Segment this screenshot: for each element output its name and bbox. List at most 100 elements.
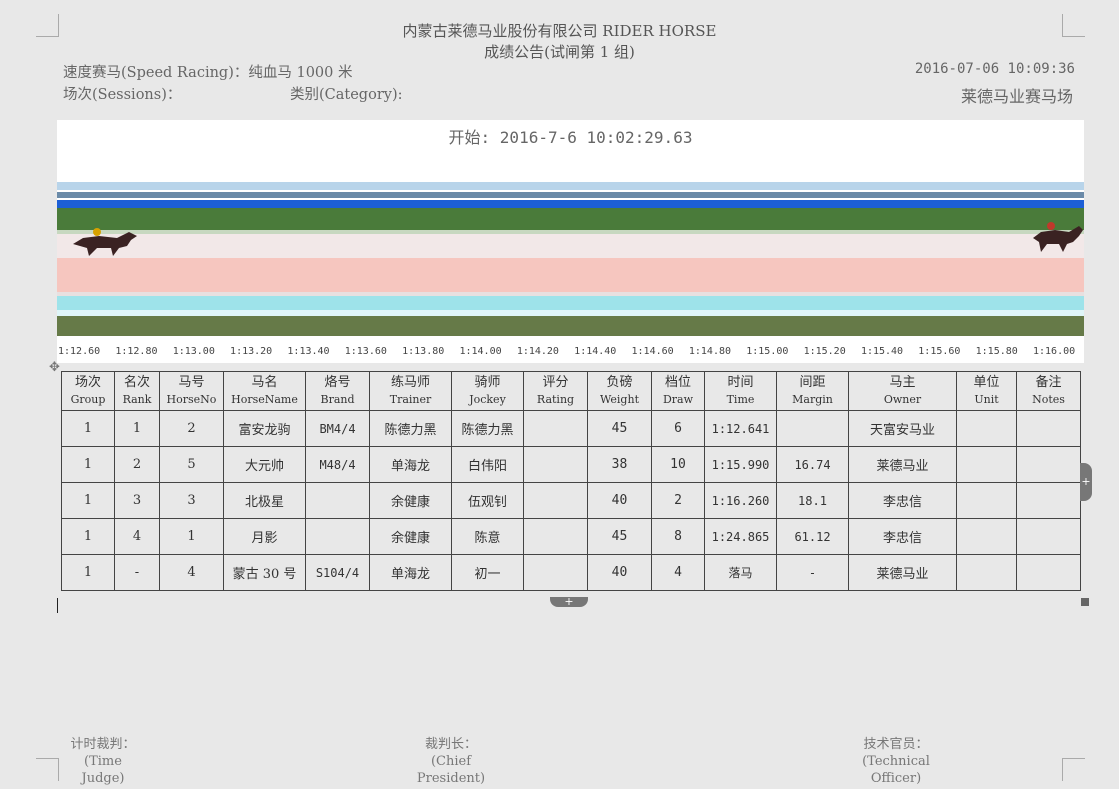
text-cursor bbox=[57, 598, 58, 613]
table-cell-rating[interactable] bbox=[523, 554, 588, 591]
column-header-zh: 场次 bbox=[74, 375, 101, 390]
column-header-en: Rank bbox=[122, 393, 152, 406]
table-cell-time[interactable]: 1:15.990 bbox=[704, 446, 777, 483]
table-cell-horseno[interactable]: 1 bbox=[159, 518, 224, 555]
table-cell-weight[interactable]: 38 bbox=[587, 446, 652, 483]
table-cell-trainer[interactable]: 余健康 bbox=[369, 482, 452, 519]
table-cell-draw[interactable]: 4 bbox=[651, 554, 705, 591]
table-cell-rank[interactable]: 2 bbox=[114, 446, 160, 483]
table-cell-brand[interactable]: BM4/4 bbox=[305, 410, 370, 447]
table-cell-weight[interactable]: 40 bbox=[587, 554, 652, 591]
table-cell-trainer[interactable]: 陈德力黑 bbox=[369, 410, 452, 447]
add-column-button[interactable]: + bbox=[1080, 463, 1092, 501]
table-cell-owner[interactable]: 李忠信 bbox=[848, 518, 957, 555]
table-cell-owner[interactable]: 李忠信 bbox=[848, 482, 957, 519]
table-cell-rank[interactable]: 4 bbox=[114, 518, 160, 555]
table-cell-horsename[interactable]: 大元帅 bbox=[223, 446, 306, 483]
table-cell-notes[interactable] bbox=[1016, 518, 1081, 555]
table-cell-brand[interactable]: S104/4 bbox=[305, 554, 370, 591]
table-cell-horsename[interactable]: 蒙古 30 号 bbox=[223, 554, 306, 591]
table-cell-horseno[interactable]: 2 bbox=[159, 410, 224, 447]
table-cell-owner[interactable]: 天富安马业 bbox=[848, 410, 957, 447]
time-tick-label: 1:12.80 bbox=[115, 346, 158, 357]
table-cell-draw[interactable]: 8 bbox=[651, 518, 705, 555]
column-header-en: Rating bbox=[536, 393, 575, 406]
table-cell-horseno[interactable]: 3 bbox=[159, 482, 224, 519]
table-cell-rank[interactable]: 1 bbox=[114, 410, 160, 447]
column-header-en: Owner bbox=[883, 393, 922, 406]
column-header-zh: 评分 bbox=[542, 375, 569, 390]
time-tick-label: 1:14.60 bbox=[631, 346, 674, 357]
add-row-button[interactable]: + bbox=[550, 596, 588, 607]
table-cell-group[interactable]: 1 bbox=[61, 518, 115, 555]
photo-finish-image: 开始: 2016-7-6 10:02:29.63 1:12.60 1:12.80 1… bbox=[57, 120, 1084, 363]
table-cell-margin[interactable]: 16.74 bbox=[776, 446, 849, 483]
table-cell-brand[interactable] bbox=[305, 518, 370, 555]
table-cell-rating[interactable] bbox=[523, 518, 588, 555]
table-cell-jockey[interactable]: 初一 bbox=[451, 554, 524, 591]
time-tick-label: 1:13.60 bbox=[344, 346, 387, 357]
photo-band bbox=[57, 208, 1084, 230]
table-cell-draw[interactable]: 6 bbox=[651, 410, 705, 447]
table-cell-notes[interactable] bbox=[1016, 410, 1081, 447]
table-cell-draw[interactable]: 2 bbox=[651, 482, 705, 519]
table-cell-margin[interactable]: 18.1 bbox=[776, 482, 849, 519]
table-cell-jockey[interactable]: 白伟阳 bbox=[451, 446, 524, 483]
table-cell-rating[interactable] bbox=[523, 446, 588, 483]
table-cell-trainer[interactable]: 单海龙 bbox=[369, 446, 452, 483]
table-cell-horseno[interactable]: 5 bbox=[159, 446, 224, 483]
table-cell-trainer[interactable]: 余健康 bbox=[369, 518, 452, 555]
table-cell-time[interactable]: 1:12.641 bbox=[704, 410, 777, 447]
table-cell-horsename[interactable]: 富安龙驹 bbox=[223, 410, 306, 447]
table-cell-time[interactable]: 1:24.865 bbox=[704, 518, 777, 555]
table-cell-unit[interactable] bbox=[956, 482, 1017, 519]
table-cell-margin[interactable]: 61.12 bbox=[776, 518, 849, 555]
chief-label: 裁判长： bbox=[424, 737, 477, 752]
table-cell-horsename[interactable]: 北极星 bbox=[223, 482, 306, 519]
column-header-horsename: 马名 HorseName bbox=[223, 371, 306, 411]
table-cell-unit[interactable] bbox=[956, 554, 1017, 591]
table-cell-group[interactable]: 1 bbox=[61, 554, 115, 591]
table-cell-draw[interactable]: 10 bbox=[651, 446, 705, 483]
table-cell-unit[interactable] bbox=[956, 446, 1017, 483]
table-cell-jockey[interactable]: 陈德力黑 bbox=[451, 410, 524, 447]
table-cell-rank[interactable]: 3 bbox=[114, 482, 160, 519]
move-icon[interactable]: ✥ bbox=[49, 360, 60, 375]
table-cell-trainer[interactable]: 单海龙 bbox=[369, 554, 452, 591]
table-cell-notes[interactable] bbox=[1016, 446, 1081, 483]
table-row: 1-4 蒙古 30 号 S104/4 单海龙 初一 40 4 落马 - 莱德马业 bbox=[61, 554, 1081, 591]
table-cell-group[interactable]: 1 bbox=[61, 446, 115, 483]
table-cell-rating[interactable] bbox=[523, 482, 588, 519]
table-cell-weight[interactable]: 45 bbox=[587, 410, 652, 447]
table-cell-brand[interactable]: M48/4 bbox=[305, 446, 370, 483]
table-cell-time[interactable]: 1:16.260 bbox=[704, 482, 777, 519]
table-cell-unit[interactable] bbox=[956, 518, 1017, 555]
table-resize-handle[interactable] bbox=[1081, 598, 1089, 606]
table-cell-time[interactable]: 落马 bbox=[704, 554, 777, 591]
table-cell-group[interactable]: 1 bbox=[61, 410, 115, 447]
table-cell-group[interactable]: 1 bbox=[61, 482, 115, 519]
table-cell-weight[interactable]: 45 bbox=[587, 518, 652, 555]
table-cell-notes[interactable] bbox=[1016, 554, 1081, 591]
table-cell-weight[interactable]: 40 bbox=[587, 482, 652, 519]
table-cell-margin[interactable] bbox=[776, 410, 849, 447]
table-cell-horseno[interactable]: 4 bbox=[159, 554, 224, 591]
table-cell-horsename[interactable]: 月影 bbox=[223, 518, 306, 555]
table-cell-notes[interactable] bbox=[1016, 482, 1081, 519]
column-header-zh: 档位 bbox=[664, 375, 691, 390]
time-tick-label: 1:14.20 bbox=[516, 346, 559, 357]
table-cell-jockey[interactable]: 伍观钊 bbox=[451, 482, 524, 519]
table-cell-owner[interactable]: 莱德马业 bbox=[848, 554, 957, 591]
table-cell-owner[interactable]: 莱德马业 bbox=[848, 446, 957, 483]
photo-band bbox=[57, 200, 1084, 208]
column-header-time: 时间 Time bbox=[704, 371, 777, 411]
column-header-trainer: 练马师 Trainer bbox=[369, 371, 452, 411]
table-header-row: 场次 Group 名次 Rank 马号 HorseNo 马名 HorseName 烙号 Brand… bbox=[61, 371, 1081, 411]
table-cell-rating[interactable] bbox=[523, 410, 588, 447]
table-cell-brand[interactable] bbox=[305, 482, 370, 519]
table-cell-unit[interactable] bbox=[956, 410, 1017, 447]
table-cell-rank[interactable]: - bbox=[114, 554, 160, 591]
crop-mark-bottom-left bbox=[36, 758, 59, 781]
table-cell-margin[interactable]: - bbox=[776, 554, 849, 591]
table-cell-jockey[interactable]: 陈意 bbox=[451, 518, 524, 555]
